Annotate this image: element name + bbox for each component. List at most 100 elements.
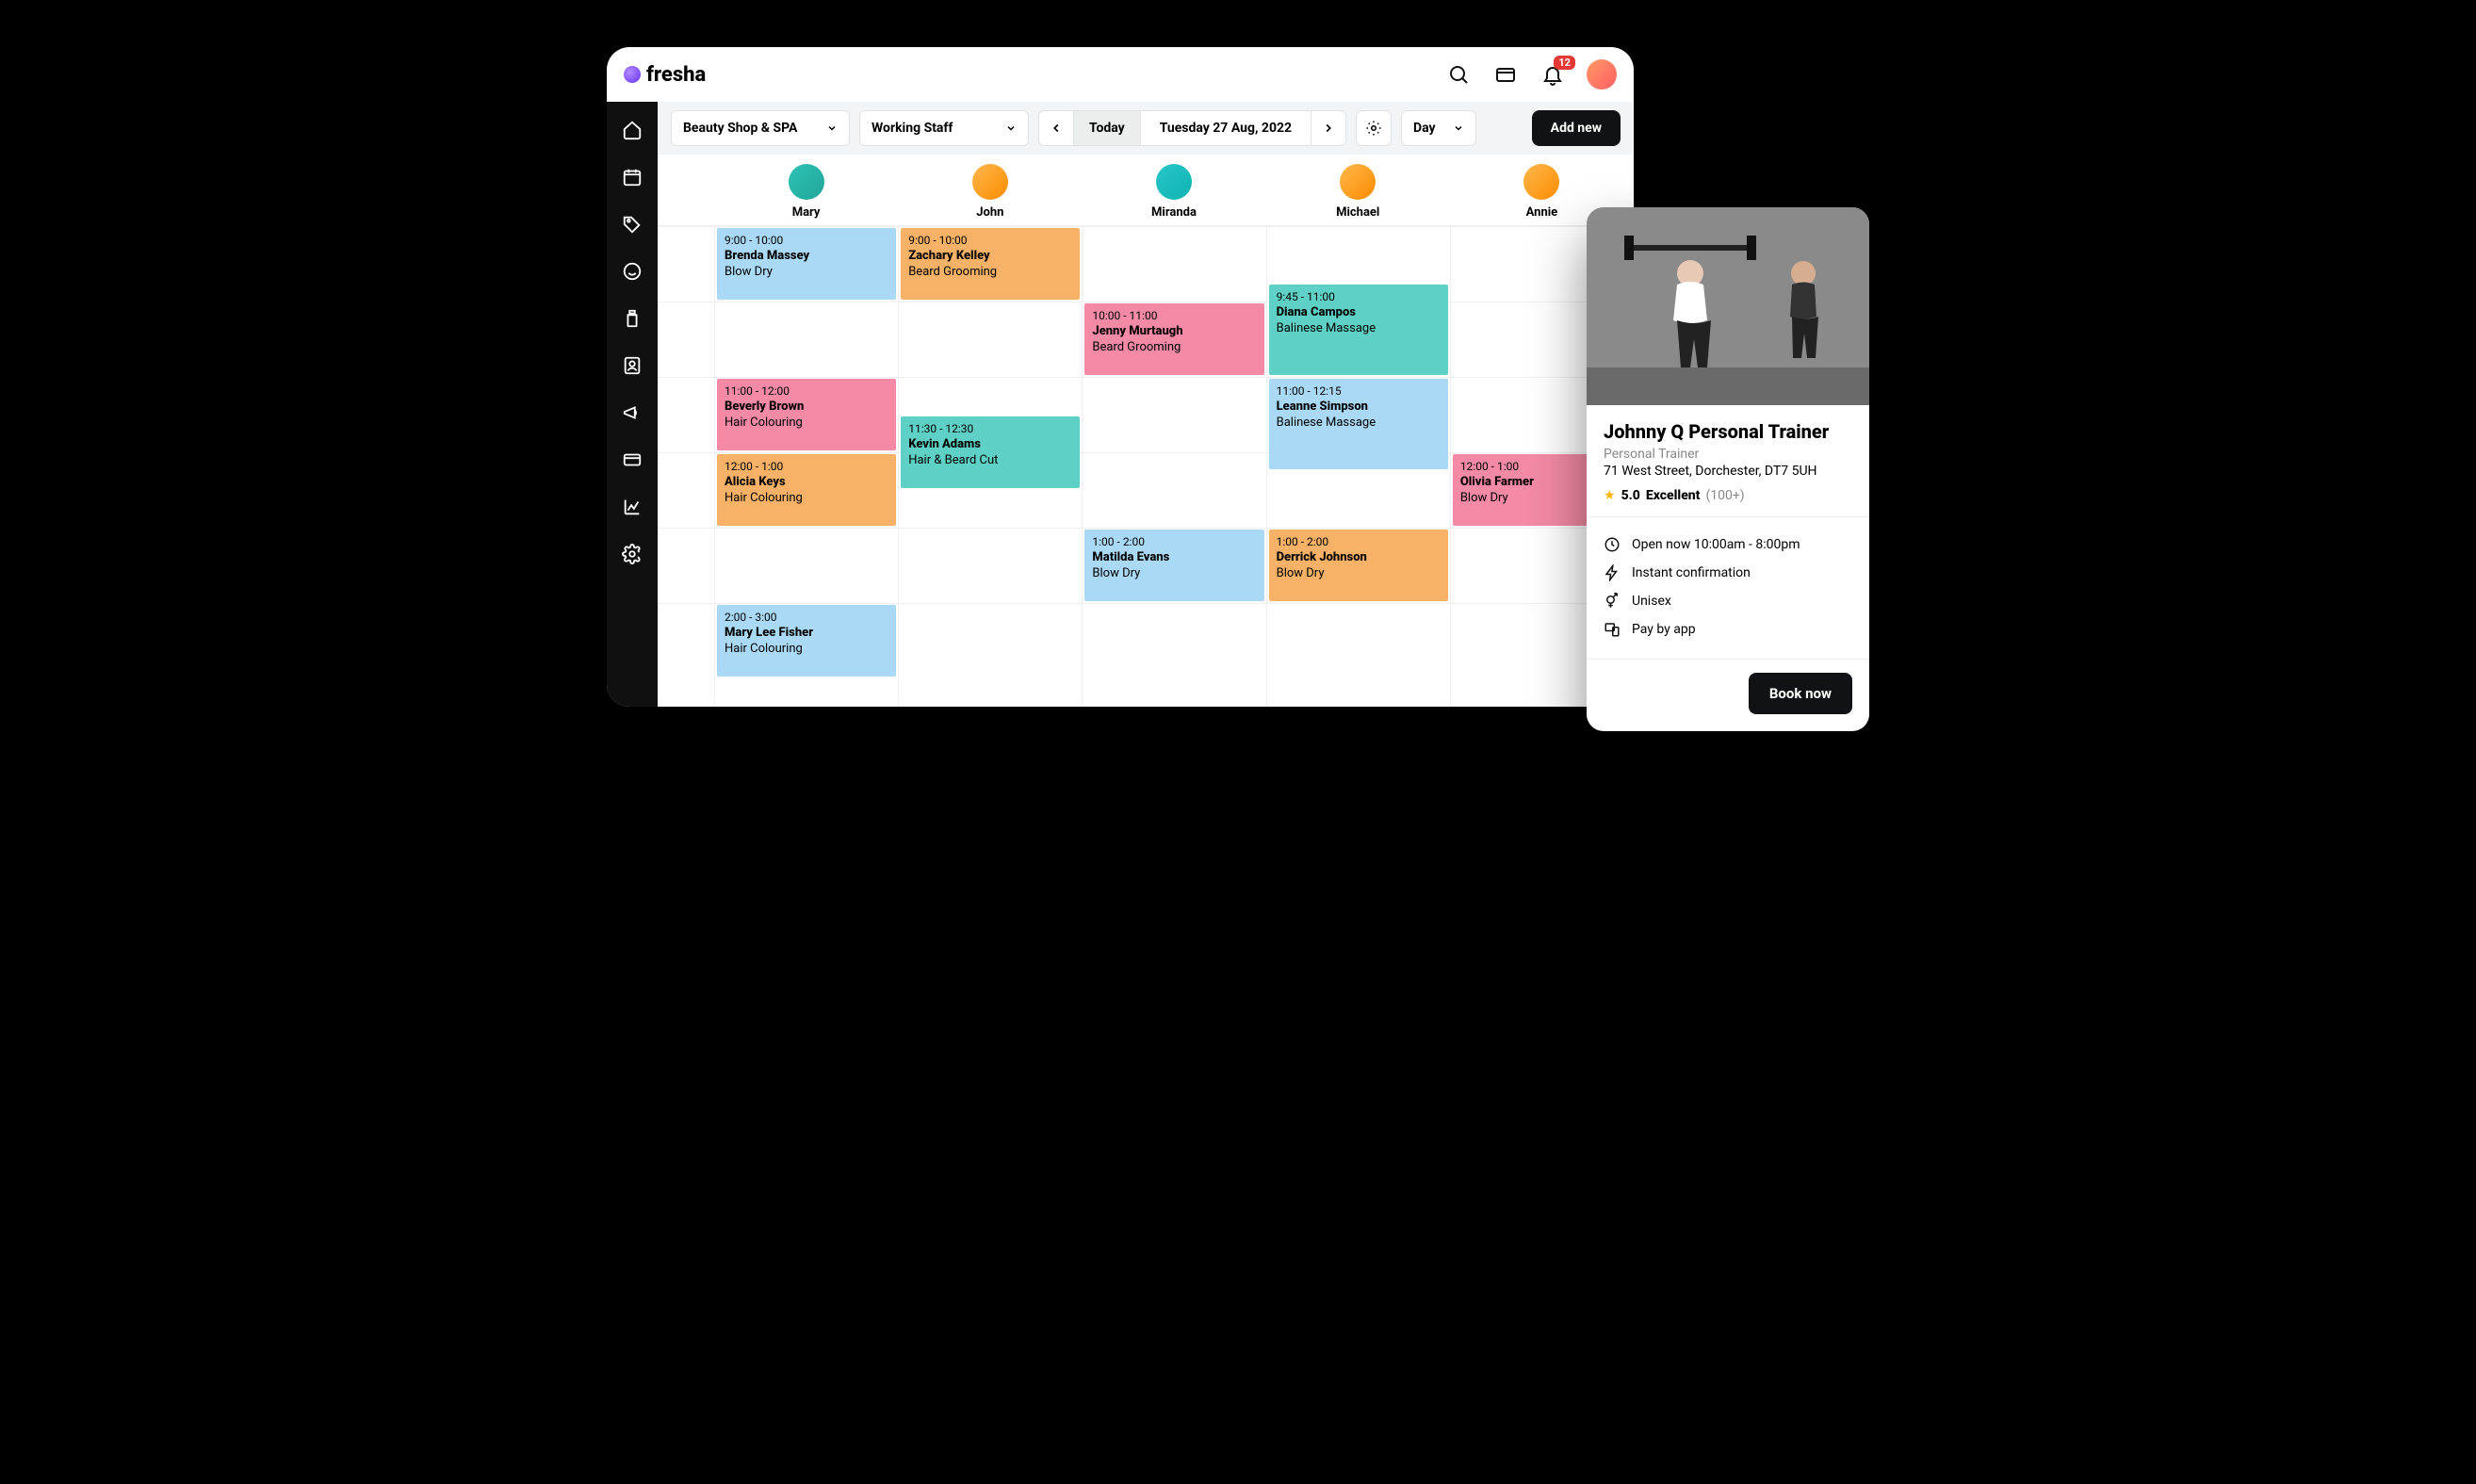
chevron-down-icon	[826, 122, 838, 134]
appointment-time: 1:00 - 2:00	[1092, 535, 1256, 548]
appointment-client: Leanne Simpson	[1277, 400, 1441, 414]
calendar-settings-button[interactable]	[1356, 110, 1392, 146]
add-new-button[interactable]: Add new	[1532, 110, 1621, 146]
prev-day-button[interactable]	[1039, 111, 1073, 145]
view-select[interactable]: Day	[1401, 110, 1476, 146]
info-gender: Unisex	[1604, 587, 1852, 615]
location-select[interactable]: Beauty Shop & SPA	[671, 110, 850, 146]
brand-text: fresha	[646, 63, 706, 87]
chart-icon[interactable]	[621, 496, 643, 518]
appointment-time: 9:00 - 10:00	[908, 234, 1072, 247]
staff-header-item[interactable]: Michael	[1266, 164, 1450, 220]
appointment-service: Hair Colouring	[725, 416, 888, 430]
staff-column[interactable]: 9:45 - 11:00 Diana Campos Balinese Massa…	[1266, 226, 1450, 707]
gender-icon	[1604, 593, 1621, 610]
appointment-time: 9:00 - 10:00	[725, 234, 888, 247]
appointment[interactable]: 10:00 - 11:00 Jenny Murtaugh Beard Groom…	[1084, 303, 1263, 375]
appointment-service: Hair Colouring	[725, 491, 888, 505]
calendar-icon[interactable]	[621, 166, 643, 188]
appointment-service: Beard Grooming	[908, 265, 1072, 279]
listing-image	[1587, 207, 1869, 405]
appointment-client: Kevin Adams	[908, 437, 1072, 451]
star-icon: ★	[1604, 488, 1616, 503]
settings-icon[interactable]	[621, 543, 643, 565]
appointment-time: 11:00 - 12:15	[1277, 384, 1441, 398]
info-confirm: Instant confirmation	[1604, 559, 1852, 587]
appointment-client: Derrick Johnson	[1277, 550, 1441, 564]
appointment-service: Balinese Massage	[1277, 321, 1441, 335]
staff-header-item[interactable]: John	[898, 164, 1082, 220]
staff-header-item[interactable]: Miranda	[1082, 164, 1265, 220]
next-day-button[interactable]	[1311, 111, 1345, 145]
appointment-service: Balinese Massage	[1277, 416, 1441, 430]
staff-avatar	[1340, 164, 1376, 200]
staff-column[interactable]: 9:00 - 10:00 Zachary Kelley Beard Groomi…	[898, 226, 1082, 707]
devices-icon	[1604, 621, 1621, 638]
staff-header-item[interactable]: Mary	[714, 164, 898, 220]
appointment-client: Brenda Massey	[725, 249, 888, 263]
appointment-time: 2:00 - 3:00	[725, 611, 888, 624]
appointment-service: Beard Grooming	[1092, 340, 1256, 354]
app-window: fresha 12	[607, 47, 1634, 707]
appointment-client: Matilda Evans	[1092, 550, 1256, 564]
creditcard-icon[interactable]	[621, 448, 643, 471]
calendar-grid: 9:00am10:00am11:00am12:00pm1:00pm2:00pm …	[658, 225, 1634, 707]
staff-avatar	[972, 164, 1008, 200]
appointment[interactable]: 9:00 - 10:00 Zachary Kelley Beard Groomi…	[901, 228, 1080, 300]
appointment-client: Mary Lee Fisher	[725, 626, 888, 640]
staff-name: Mary	[792, 205, 821, 220]
appointment-time: 9:45 - 11:00	[1277, 290, 1441, 303]
appointment[interactable]: 2:00 - 3:00 Mary Lee Fisher Hair Colouri…	[717, 605, 896, 677]
sidebar	[607, 102, 658, 707]
notifications-icon[interactable]: 12	[1539, 61, 1566, 88]
appointment[interactable]: 1:00 - 2:00 Derrick Johnson Blow Dry	[1269, 530, 1448, 601]
today-button[interactable]: Today	[1074, 111, 1140, 145]
appointment[interactable]: 1:00 - 2:00 Matilda Evans Blow Dry	[1084, 530, 1263, 601]
staff-column[interactable]: 10:00 - 11:00 Jenny Murtaugh Beard Groom…	[1082, 226, 1265, 707]
appointment-time: 1:00 - 2:00	[1277, 535, 1441, 548]
notification-badge: 12	[1554, 56, 1575, 70]
chevron-down-icon	[1005, 122, 1017, 134]
home-icon[interactable]	[621, 119, 643, 141]
appointment-service: Hair Colouring	[725, 642, 888, 656]
appointment-time: 10:00 - 11:00	[1092, 309, 1256, 322]
staff-filter-label: Working Staff	[871, 121, 953, 136]
search-icon[interactable]	[1445, 61, 1472, 88]
product-icon[interactable]	[621, 307, 643, 330]
appointment-time: 11:30 - 12:30	[908, 422, 1072, 435]
appointment[interactable]: 11:00 - 12:00 Beverly Brown Hair Colouri…	[717, 379, 896, 450]
staff-name: Michael	[1336, 205, 1379, 220]
user-avatar[interactable]	[1587, 59, 1617, 90]
appointment[interactable]: 9:45 - 11:00 Diana Campos Balinese Massa…	[1269, 285, 1448, 375]
info-pay: Pay by app	[1604, 615, 1852, 644]
appointment-service: Blow Dry	[1092, 566, 1256, 580]
current-date: Tuesday 27 Aug, 2022	[1141, 121, 1311, 136]
contact-icon[interactable]	[621, 354, 643, 377]
appointment-service: Hair & Beard Cut	[908, 453, 1072, 467]
chevron-down-icon	[1453, 122, 1464, 134]
appointment[interactable]: 12:00 - 1:00 Alicia Keys Hair Colouring	[717, 454, 896, 526]
date-nav: Today Tuesday 27 Aug, 2022	[1038, 110, 1346, 146]
megaphone-icon[interactable]	[621, 401, 643, 424]
appointment[interactable]: 11:00 - 12:15 Leanne Simpson Balinese Ma…	[1269, 379, 1448, 469]
appointment-service: Blow Dry	[1277, 566, 1441, 580]
view-label: Day	[1413, 121, 1436, 136]
wallet-icon[interactable]	[1492, 61, 1519, 88]
smile-icon[interactable]	[621, 260, 643, 283]
staff-filter-select[interactable]: Working Staff	[859, 110, 1029, 146]
info-hours: Open now 10:00am - 8:00pm	[1604, 530, 1852, 559]
staff-avatar	[1156, 164, 1192, 200]
appointment-client: Beverly Brown	[725, 400, 888, 414]
listing-title: Johnny Q Personal Trainer	[1604, 420, 1852, 443]
staff-name: John	[976, 205, 1003, 220]
tag-icon[interactable]	[621, 213, 643, 236]
appointment[interactable]: 11:30 - 12:30 Kevin Adams Hair & Beard C…	[901, 416, 1080, 488]
staff-column[interactable]: 9:00 - 10:00 Brenda Massey Blow Dry 11:00…	[714, 226, 898, 707]
clock-icon	[1604, 536, 1621, 553]
listing-rating: ★ 5.0 Excellent (100+)	[1604, 488, 1852, 503]
appointment-client: Alicia Keys	[725, 475, 888, 489]
time-column: 9:00am10:00am11:00am12:00pm1:00pm2:00pm	[658, 226, 714, 707]
appointment[interactable]: 9:00 - 10:00 Brenda Massey Blow Dry	[717, 228, 896, 300]
staff-avatar	[1523, 164, 1559, 200]
book-now-button[interactable]: Book now	[1749, 673, 1852, 714]
